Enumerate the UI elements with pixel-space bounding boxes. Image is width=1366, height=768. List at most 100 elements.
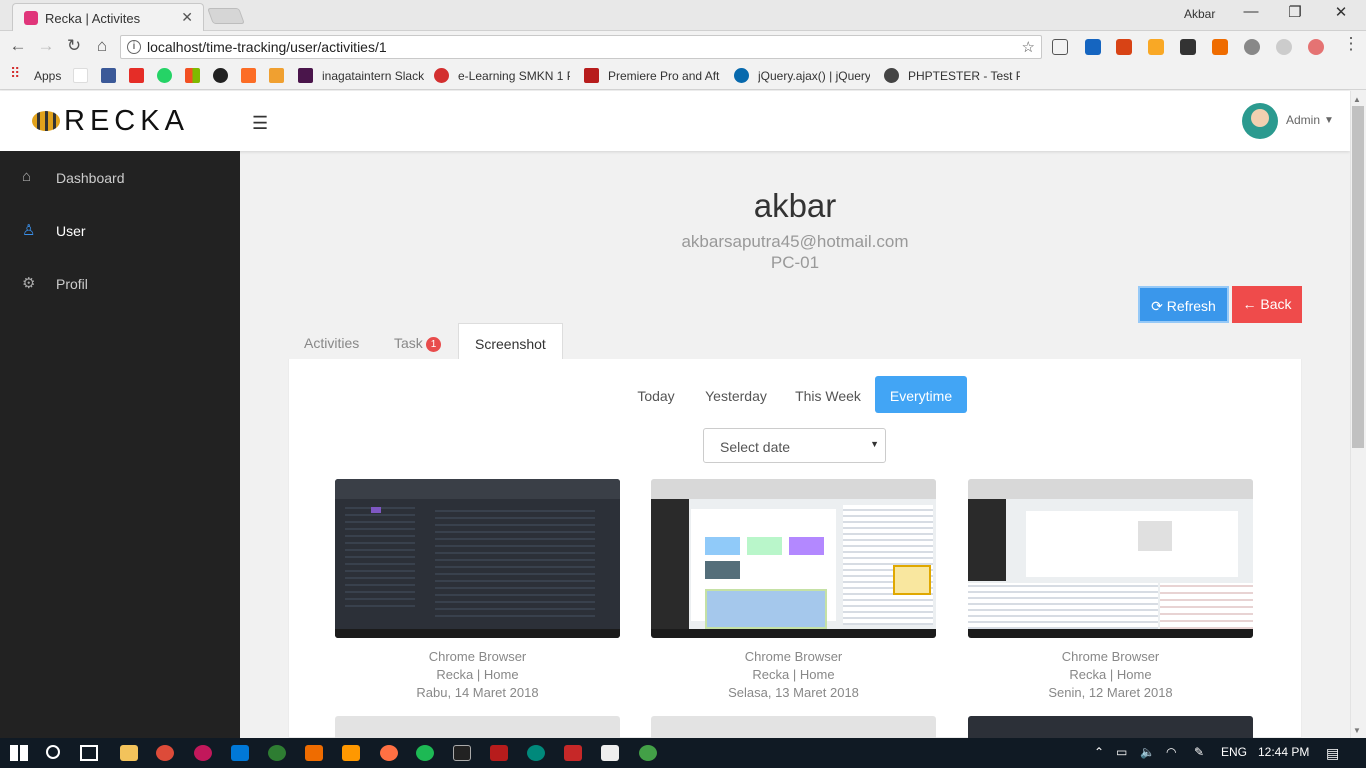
extension-game-icon[interactable] [1180, 39, 1196, 55]
screenshot-thumbnail[interactable] [651, 716, 936, 738]
screenshot-thumbnail[interactable] [335, 716, 620, 738]
bookmark-premiere[interactable]: Premiere Pro and Aft [608, 69, 720, 83]
elearning-icon[interactable] [434, 68, 449, 83]
battery-icon[interactable]: ▭ [1116, 745, 1127, 759]
filter-this-week-button[interactable]: This Week [786, 376, 870, 413]
sublime-icon[interactable] [342, 745, 360, 761]
avatar[interactable] [1242, 103, 1278, 139]
reload-icon[interactable]: ↻ [63, 36, 85, 56]
scrollbar-thumb[interactable] [1352, 106, 1364, 448]
home-icon[interactable]: ⌂ [91, 36, 113, 56]
hamburger-menu-icon[interactable]: ☰ [252, 113, 268, 134]
google-icon[interactable] [73, 68, 88, 83]
facebook-icon[interactable] [101, 68, 116, 83]
bookmark-star-icon[interactable]: ☆ [1022, 38, 1035, 56]
chrome-icon[interactable] [156, 745, 174, 761]
microsoft-icon[interactable] [185, 68, 200, 83]
task-view-icon[interactable] [80, 745, 98, 761]
app-red-icon[interactable] [564, 745, 582, 761]
extension-grey-icon[interactable] [1276, 39, 1292, 55]
windows-start-icon[interactable] [10, 745, 28, 761]
cmd-icon[interactable] [453, 745, 471, 761]
app-logo[interactable]: RECKA [64, 105, 189, 138]
postman-icon[interactable] [305, 745, 323, 761]
gear-icon: ⚙ [22, 275, 36, 292]
search-icon[interactable] [46, 745, 60, 759]
app-clapper-icon[interactable] [601, 745, 619, 761]
github-icon[interactable] [213, 68, 228, 83]
clock[interactable]: 12:44 PM [1258, 745, 1309, 759]
screenshot-thumbnail[interactable] [968, 479, 1253, 638]
firefox-icon[interactable] [380, 745, 398, 761]
address-bar[interactable]: i localhost/time-tracking/user/activitie… [120, 35, 1042, 59]
extension-pocket-icon[interactable] [1308, 39, 1324, 55]
tray-chevron-up-icon[interactable]: ⌃ [1094, 745, 1104, 759]
sidebar-item-profil[interactable]: ⚙ Profil [0, 257, 240, 310]
tab-task[interactable]: Task 1 [394, 323, 442, 360]
extension-people-icon[interactable] [1116, 39, 1132, 55]
screenshot-thumbnail[interactable] [968, 716, 1253, 738]
sidebar-item-dashboard[interactable]: ⌂ Dashboard [0, 151, 240, 204]
scroll-up-icon[interactable]: ▲ [1353, 95, 1361, 104]
jquery-icon[interactable] [734, 68, 749, 83]
wifi-icon[interactable]: ◠ [1166, 745, 1176, 759]
language-indicator[interactable]: ENG [1221, 745, 1247, 759]
new-tab-button[interactable] [207, 8, 245, 24]
browser-profile-name[interactable]: Akbar [1184, 7, 1215, 21]
back-button[interactable]: ← Back [1232, 286, 1302, 323]
sidebar-item-user[interactable]: ♙ User [0, 204, 240, 257]
vscode-icon[interactable] [231, 745, 249, 761]
minimize-icon[interactable]: — [1236, 3, 1266, 20]
extension-m-icon[interactable] [1244, 39, 1260, 55]
filter-everytime-button[interactable]: Everytime [875, 376, 967, 413]
scroll-down-icon[interactable]: ▼ [1353, 726, 1361, 735]
apps-grid-icon[interactable]: ⠿ [10, 65, 20, 82]
extension-download-icon[interactable] [1052, 39, 1068, 55]
filezilla-icon[interactable] [490, 745, 508, 761]
task-count-badge: 1 [425, 337, 442, 352]
app-pink-icon[interactable] [194, 745, 212, 761]
info-icon[interactable]: i [127, 40, 141, 54]
close-tab-icon[interactable]: ✕ [181, 9, 193, 26]
volume-icon[interactable]: 🔈 [1140, 745, 1155, 759]
whatsapp-icon[interactable] [157, 68, 172, 83]
screenshot-thumbnail[interactable] [651, 479, 936, 638]
user-menu-name[interactable]: Admin [1286, 113, 1320, 127]
youtube-icon[interactable] [129, 68, 144, 83]
gitlab-icon[interactable] [241, 68, 256, 83]
close-window-icon[interactable]: ✕ [1326, 3, 1356, 21]
app-teal-icon[interactable] [527, 745, 545, 761]
extension-camera-icon[interactable] [1085, 39, 1101, 55]
screenshot-thumbnail[interactable] [335, 479, 620, 638]
bookmark-jquery-ajax[interactable]: jQuery.ajax() | jQuery [758, 69, 870, 83]
refresh-button[interactable]: ⟳ Refresh [1138, 286, 1229, 323]
tab-activities[interactable]: Activities [304, 323, 359, 360]
spotify-icon[interactable] [416, 745, 434, 761]
app-green2-icon[interactable] [639, 745, 657, 761]
browser-tab[interactable]: Recka | Activites ✕ [12, 3, 204, 31]
notifications-icon[interactable]: ▤ [1326, 745, 1339, 762]
restore-icon[interactable]: ❐ [1280, 3, 1310, 21]
bookmark-phptester[interactable]: PHPTESTER - Test PH [908, 69, 1020, 83]
phptester-icon[interactable] [884, 68, 899, 83]
pen-icon[interactable]: ✎ [1194, 745, 1204, 759]
phpmyadmin-icon[interactable] [269, 68, 284, 83]
extension-v-icon[interactable] [1148, 39, 1164, 55]
premiere-icon[interactable] [584, 68, 599, 83]
bookmark-apps[interactable]: Apps [34, 69, 61, 83]
tab-screenshot[interactable]: Screenshot [458, 323, 563, 360]
slack-icon[interactable] [298, 68, 313, 83]
bookmark-elearning[interactable]: e-Learning SMKN 1 P [458, 69, 570, 83]
filter-today-button[interactable]: Today [626, 376, 686, 413]
filter-yesterday-button[interactable]: Yesterday [698, 376, 774, 413]
extension-color-icon[interactable] [1212, 39, 1228, 55]
file-explorer-icon[interactable] [120, 745, 138, 761]
menu-kebab-icon[interactable]: ⋮ [1340, 34, 1362, 54]
app-green-icon[interactable] [268, 745, 286, 761]
chevron-down-icon[interactable]: ▼ [1324, 115, 1334, 126]
back-arrow-icon[interactable]: ← [7, 36, 29, 56]
forward-arrow-icon[interactable]: → [35, 36, 57, 56]
screenshot-app: Chrome Browser [1061, 649, 1160, 664]
date-select[interactable]: Select date ▼ [703, 428, 886, 463]
bookmark-slack[interactable]: inagataintern Slack [322, 69, 424, 83]
